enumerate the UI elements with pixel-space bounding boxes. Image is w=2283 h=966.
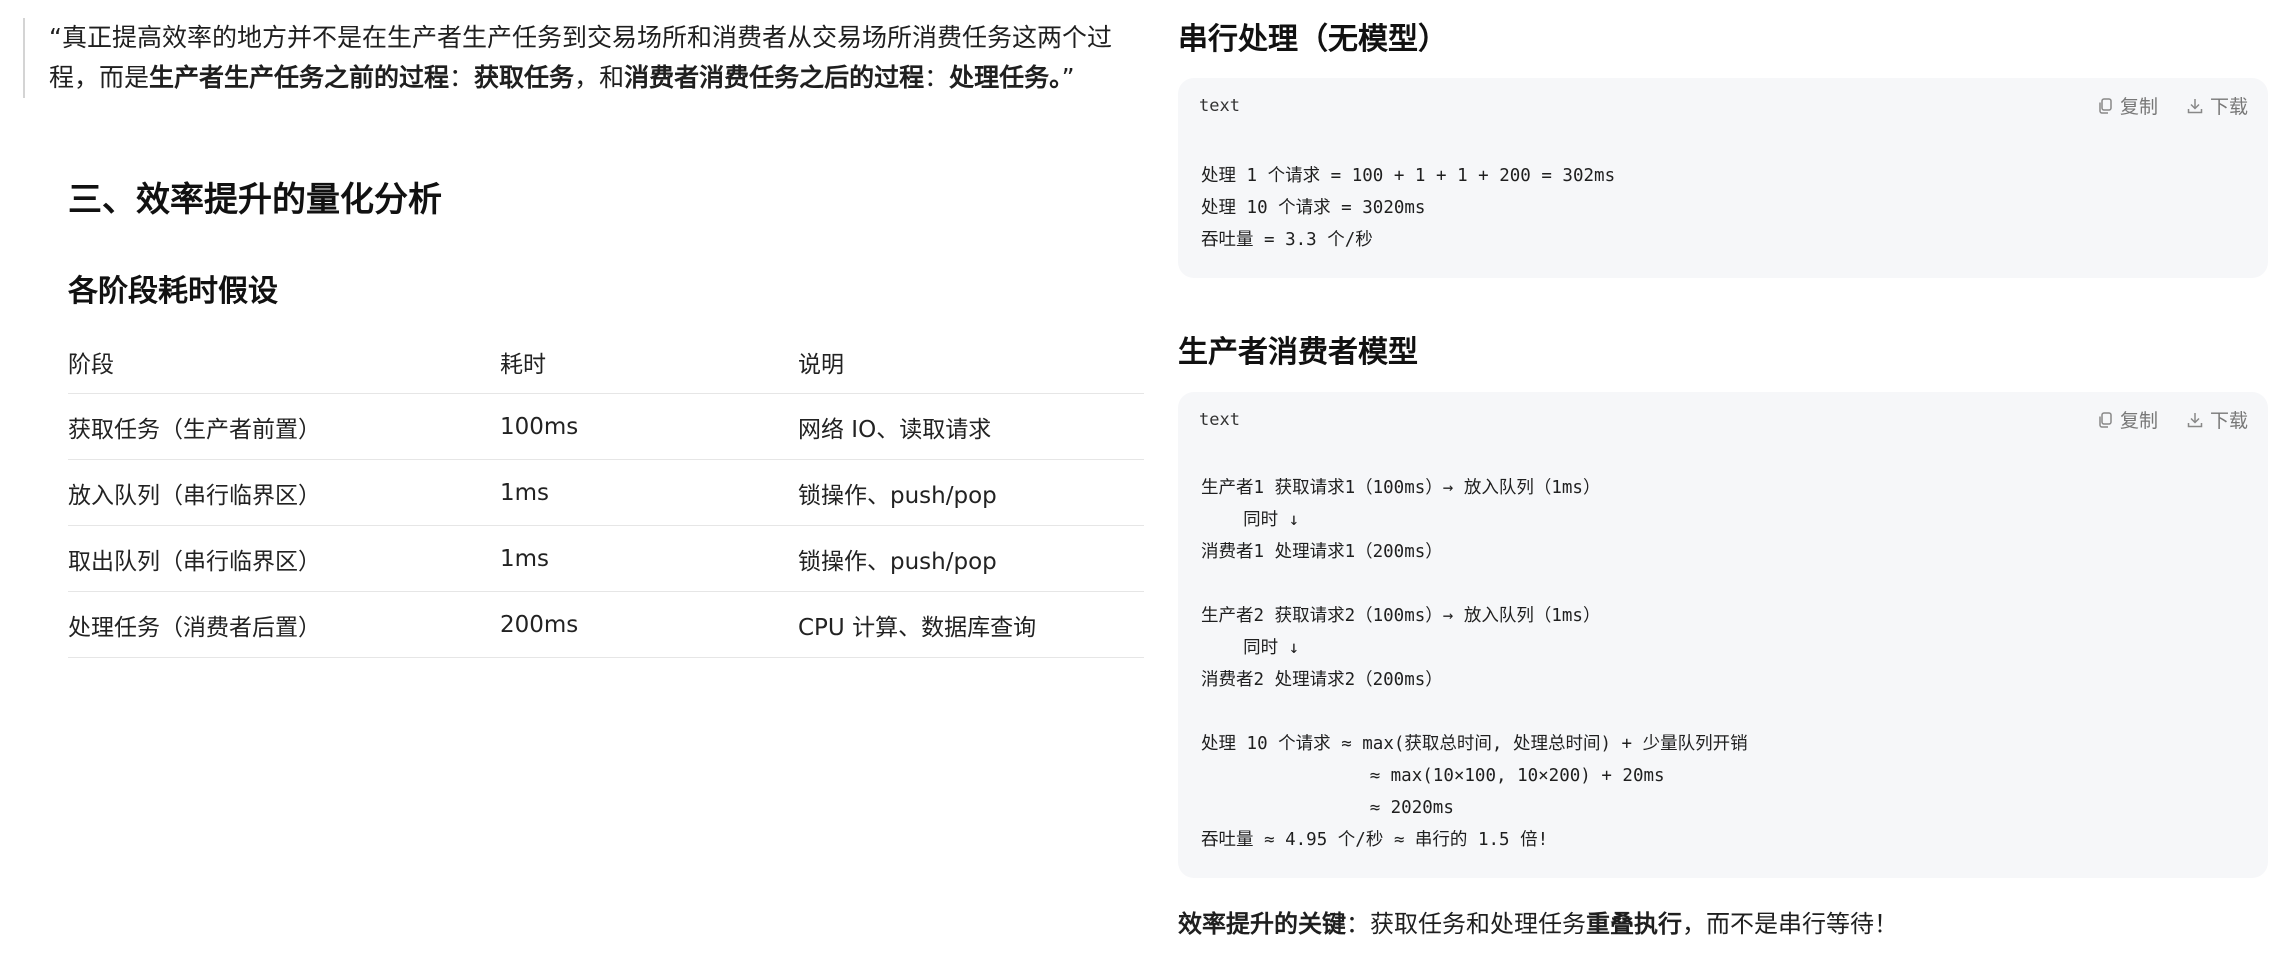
table-header-row: 阶段 耗时 说明 (68, 330, 1144, 394)
quote-close: ” (1061, 63, 1075, 92)
copy-icon (2099, 411, 2112, 428)
table-header-cell: 耗时 (500, 351, 546, 378)
table-cell: 取出队列（串行临界区） (68, 548, 321, 575)
copy-icon (2099, 97, 2112, 114)
serial-code: 处理 1 个请求 = 100 + 1 + 1 + 200 = 302ms 处理 … (1201, 166, 1616, 250)
quote-sep: ： (924, 63, 950, 92)
conclusion-mid: ：获取任务和处理任务 (1346, 910, 1586, 938)
copy-label: 复制 (2119, 410, 2158, 432)
pc-code-block: text 复制 下载 生产者1 获取请求1（100ms）→ 放入队列（1ms） … (1178, 392, 2268, 878)
table-cell: 获取任务（生产者前置） (68, 416, 321, 443)
left-column: “真正提高效率的地方并不是在生产者生产任务到交易场所和消费者从交易场所消费任务这… (0, 0, 1145, 966)
download-button[interactable]: 下载 (2186, 92, 2248, 119)
pc-code: 生产者1 获取请求1（100ms）→ 放入队列（1ms） 同时 ↓ 消费者1 处… (1201, 478, 1748, 850)
conclusion-bold-1: 效率提升的关键 (1178, 910, 1346, 938)
serial-title: 串行处理（无模型） (1178, 22, 1448, 57)
table-cell: 200ms (500, 611, 579, 638)
table-header-cell: 阶段 (68, 351, 114, 378)
table-cell: 1ms (500, 545, 550, 572)
quote-sep: ： (449, 63, 475, 92)
code-lang-label: text (1199, 410, 1240, 430)
table-cell: 放入队列（串行临界区） (68, 482, 321, 509)
download-button[interactable]: 下载 (2186, 406, 2248, 433)
right-column: 串行处理（无模型） text 复制 下载 处理 1 个请求 = 100 + 1 … (1178, 0, 2268, 966)
quote-mid: ，和 (574, 63, 625, 92)
download-label: 下载 (2209, 410, 2248, 432)
copy-button[interactable]: 复制 (2096, 92, 2158, 119)
code-toolbar: 复制 下载 (2096, 406, 2248, 433)
table-row: 取出队列（串行临界区） 1ms 锁操作、push/pop (68, 526, 1144, 592)
serial-code-block: text 复制 下载 处理 1 个请求 = 100 + 1 + 1 + 200 … (1178, 78, 2268, 278)
conclusion-text: 效率提升的关键：获取任务和处理任务重叠执行，而不是串行等待！ (1178, 904, 1898, 939)
table-cell: CPU 计算、数据库查询 (798, 614, 1037, 641)
quote-bold-2: 获取任务 (474, 63, 575, 92)
subsection-title: 各阶段耗时假设 (68, 274, 278, 309)
conclusion-end: ，而不是串行等待！ (1682, 910, 1898, 938)
download-icon (2187, 412, 2203, 427)
conclusion-bold-2: 重叠执行 (1586, 910, 1682, 938)
table-cell: 网络 IO、读取请求 (798, 416, 992, 443)
quote-bold-4: 处理任务。 (949, 63, 1062, 92)
quote-bold-3: 消费者消费任务之后的过程 (624, 63, 925, 92)
timing-table: 阶段 耗时 说明 获取任务（生产者前置） 100ms 网络 IO、读取请求 放入… (68, 330, 1144, 658)
copy-button[interactable]: 复制 (2096, 406, 2158, 433)
table-header-cell: 说明 (798, 351, 844, 378)
pc-title: 生产者消费者模型 (1178, 335, 1418, 370)
blockquote: “真正提高效率的地方并不是在生产者生产任务到交易场所和消费者从交易场所消费任务这… (23, 18, 1133, 98)
download-label: 下载 (2209, 96, 2248, 118)
code-lang-label: text (1199, 96, 1240, 116)
table-cell: 100ms (500, 413, 579, 440)
table-cell: 1ms (500, 479, 550, 506)
table-cell: 锁操作、push/pop (798, 482, 997, 509)
quote-bold-1: 生产者生产任务之前的过程 (149, 63, 450, 92)
table-row: 处理任务（消费者后置） 200ms CPU 计算、数据库查询 (68, 592, 1144, 658)
copy-label: 复制 (2119, 96, 2158, 118)
section-title: 三、效率提升的量化分析 (68, 180, 442, 220)
code-toolbar: 复制 下载 (2096, 92, 2248, 119)
table-cell: 处理任务（消费者后置） (68, 614, 321, 641)
table-row: 获取任务（生产者前置） 100ms 网络 IO、读取请求 (68, 394, 1144, 460)
download-icon (2187, 98, 2203, 113)
table-cell: 锁操作、push/pop (798, 548, 997, 575)
table-row: 放入队列（串行临界区） 1ms 锁操作、push/pop (68, 460, 1144, 526)
